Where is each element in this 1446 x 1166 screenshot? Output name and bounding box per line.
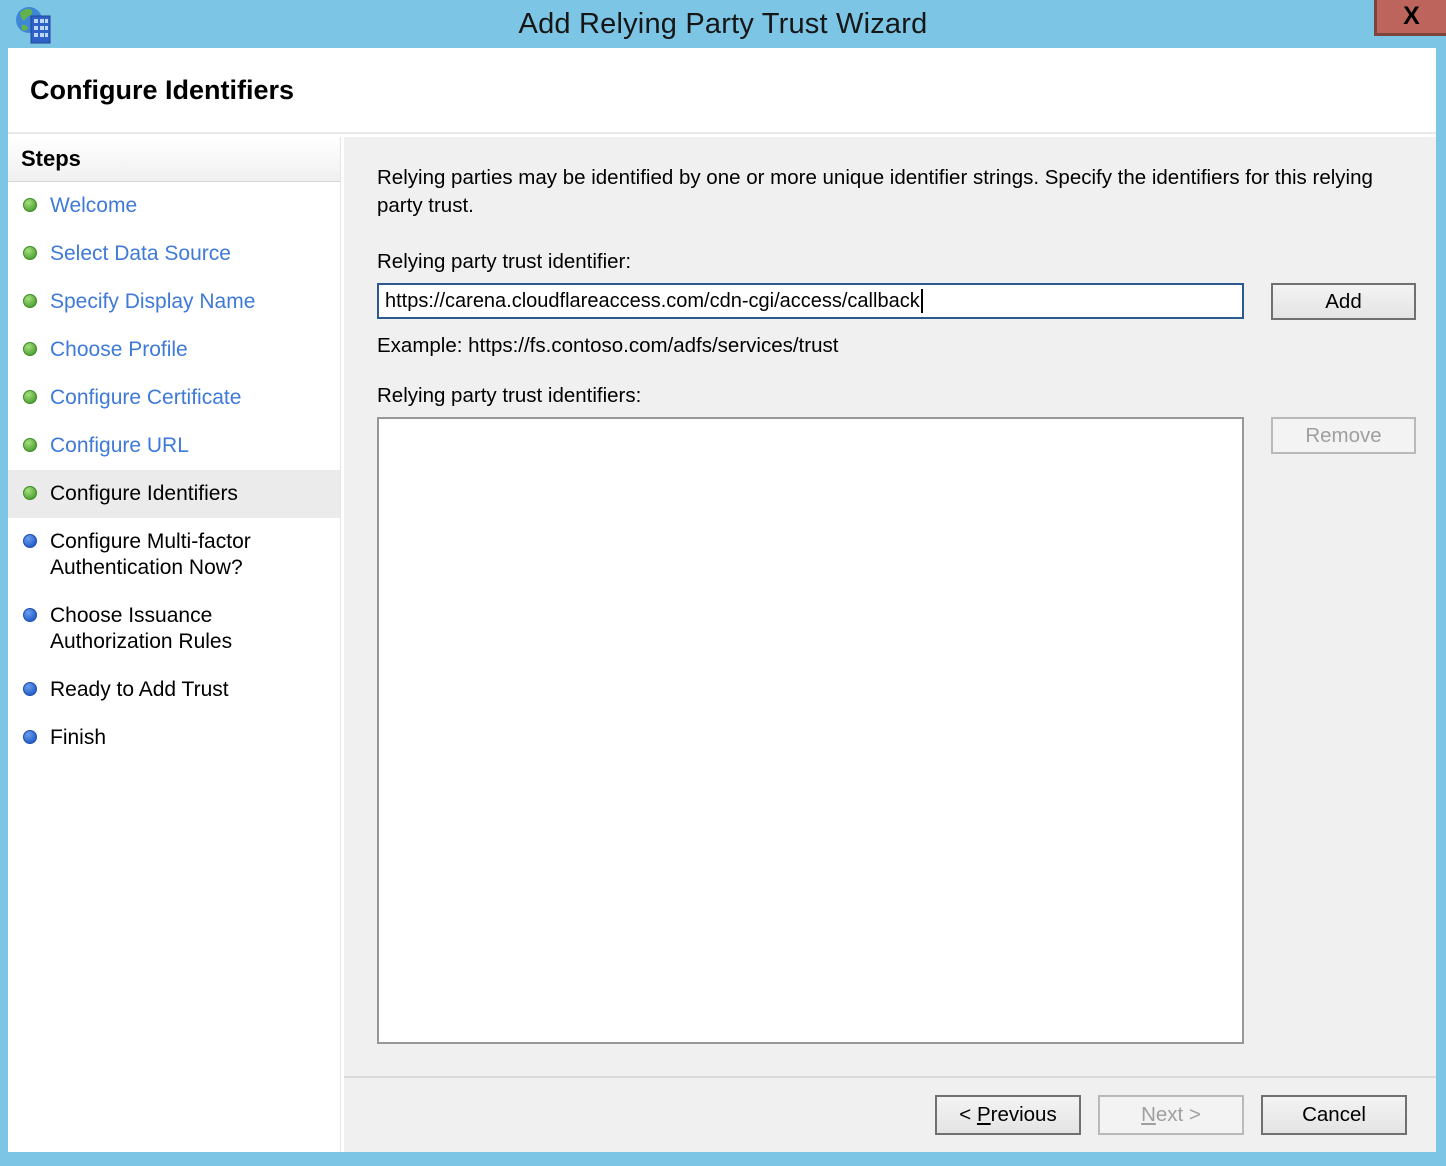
step-label: Specify Display Name bbox=[50, 289, 255, 315]
wizard-footer: < Previous Next > Cancel bbox=[344, 1076, 1436, 1152]
client-area: Configure Identifiers Steps Welcome Sele… bbox=[8, 48, 1436, 1152]
sidebar-item-ready-to-add-trust: Ready to Add Trust bbox=[8, 666, 340, 714]
page-description: Relying parties may be identified by one… bbox=[377, 164, 1402, 219]
sidebar-item-configure-identifiers: Configure Identifiers bbox=[8, 470, 340, 518]
page-title: Configure Identifiers bbox=[30, 75, 294, 106]
step-label: Configure Multi-factor Authentication No… bbox=[50, 529, 251, 581]
page-header: Configure Identifiers bbox=[8, 48, 1436, 134]
example-text: Example: https://fs.contoso.com/adfs/ser… bbox=[377, 334, 1413, 358]
step-label: Ready to Add Trust bbox=[50, 677, 229, 703]
step-completed-dot-icon bbox=[23, 246, 37, 260]
text-caret bbox=[921, 289, 923, 313]
step-label: Configure URL bbox=[50, 433, 189, 459]
step-label: Choose Profile bbox=[50, 337, 188, 363]
sidebar-item-choose-profile[interactable]: Choose Profile bbox=[8, 326, 340, 374]
step-completed-dot-icon bbox=[23, 198, 37, 212]
step-label: Choose Issuance Authorization Rules bbox=[50, 603, 232, 655]
main-panel: Relying parties may be identified by one… bbox=[344, 137, 1436, 1152]
step-pending-dot-icon bbox=[23, 682, 37, 696]
identifier-input[interactable]: https://carena.cloudflareaccess.com/cdn-… bbox=[377, 283, 1244, 319]
steps-heading: Steps bbox=[8, 137, 340, 182]
sidebar-item-finish: Finish bbox=[8, 714, 340, 762]
step-completed-dot-icon bbox=[23, 438, 37, 452]
step-label: Select Data Source bbox=[50, 241, 231, 267]
sidebar-item-welcome[interactable]: Welcome bbox=[8, 182, 340, 230]
step-label: Welcome bbox=[50, 193, 137, 219]
step-pending-dot-icon bbox=[23, 730, 37, 744]
steps-sidebar: Steps Welcome Select Data Source Specify… bbox=[8, 137, 341, 1152]
previous-button[interactable]: < Previous bbox=[935, 1095, 1081, 1135]
sidebar-item-choose-issuance-rules: Choose Issuance Authorization Rules bbox=[8, 592, 340, 666]
step-label: Configure Certificate bbox=[50, 385, 241, 411]
wizard-window: Add Relying Party Trust Wizard X Configu… bbox=[0, 0, 1446, 1166]
window-title: Add Relying Party Trust Wizard bbox=[0, 8, 1446, 41]
step-completed-dot-icon bbox=[23, 390, 37, 404]
step-label: Finish bbox=[50, 725, 106, 751]
sidebar-item-specify-display-name[interactable]: Specify Display Name bbox=[8, 278, 340, 326]
identifier-input-value: https://carena.cloudflareaccess.com/cdn-… bbox=[385, 290, 920, 313]
step-completed-dot-icon bbox=[23, 294, 37, 308]
step-pending-dot-icon bbox=[23, 534, 37, 548]
sidebar-item-select-data-source[interactable]: Select Data Source bbox=[8, 230, 340, 278]
sidebar-item-configure-url[interactable]: Configure URL bbox=[8, 422, 340, 470]
sidebar-item-configure-mfa: Configure Multi-factor Authentication No… bbox=[8, 518, 340, 592]
identifier-field-label: Relying party trust identifier: bbox=[377, 250, 1413, 274]
step-pending-dot-icon bbox=[23, 608, 37, 622]
title-bar[interactable]: Add Relying Party Trust Wizard X bbox=[0, 0, 1446, 48]
step-label: Configure Identifiers bbox=[50, 481, 238, 507]
remove-button[interactable]: Remove bbox=[1271, 417, 1416, 454]
identifiers-list-label: Relying party trust identifiers: bbox=[377, 384, 1413, 408]
next-button[interactable]: Next > bbox=[1098, 1095, 1244, 1135]
add-button[interactable]: Add bbox=[1271, 283, 1416, 320]
step-completed-dot-icon bbox=[23, 342, 37, 356]
identifiers-listbox[interactable] bbox=[377, 417, 1244, 1044]
step-current-dot-icon bbox=[23, 486, 37, 500]
cancel-button[interactable]: Cancel bbox=[1261, 1095, 1407, 1135]
sidebar-item-configure-certificate[interactable]: Configure Certificate bbox=[8, 374, 340, 422]
close-button[interactable]: X bbox=[1374, 0, 1446, 36]
